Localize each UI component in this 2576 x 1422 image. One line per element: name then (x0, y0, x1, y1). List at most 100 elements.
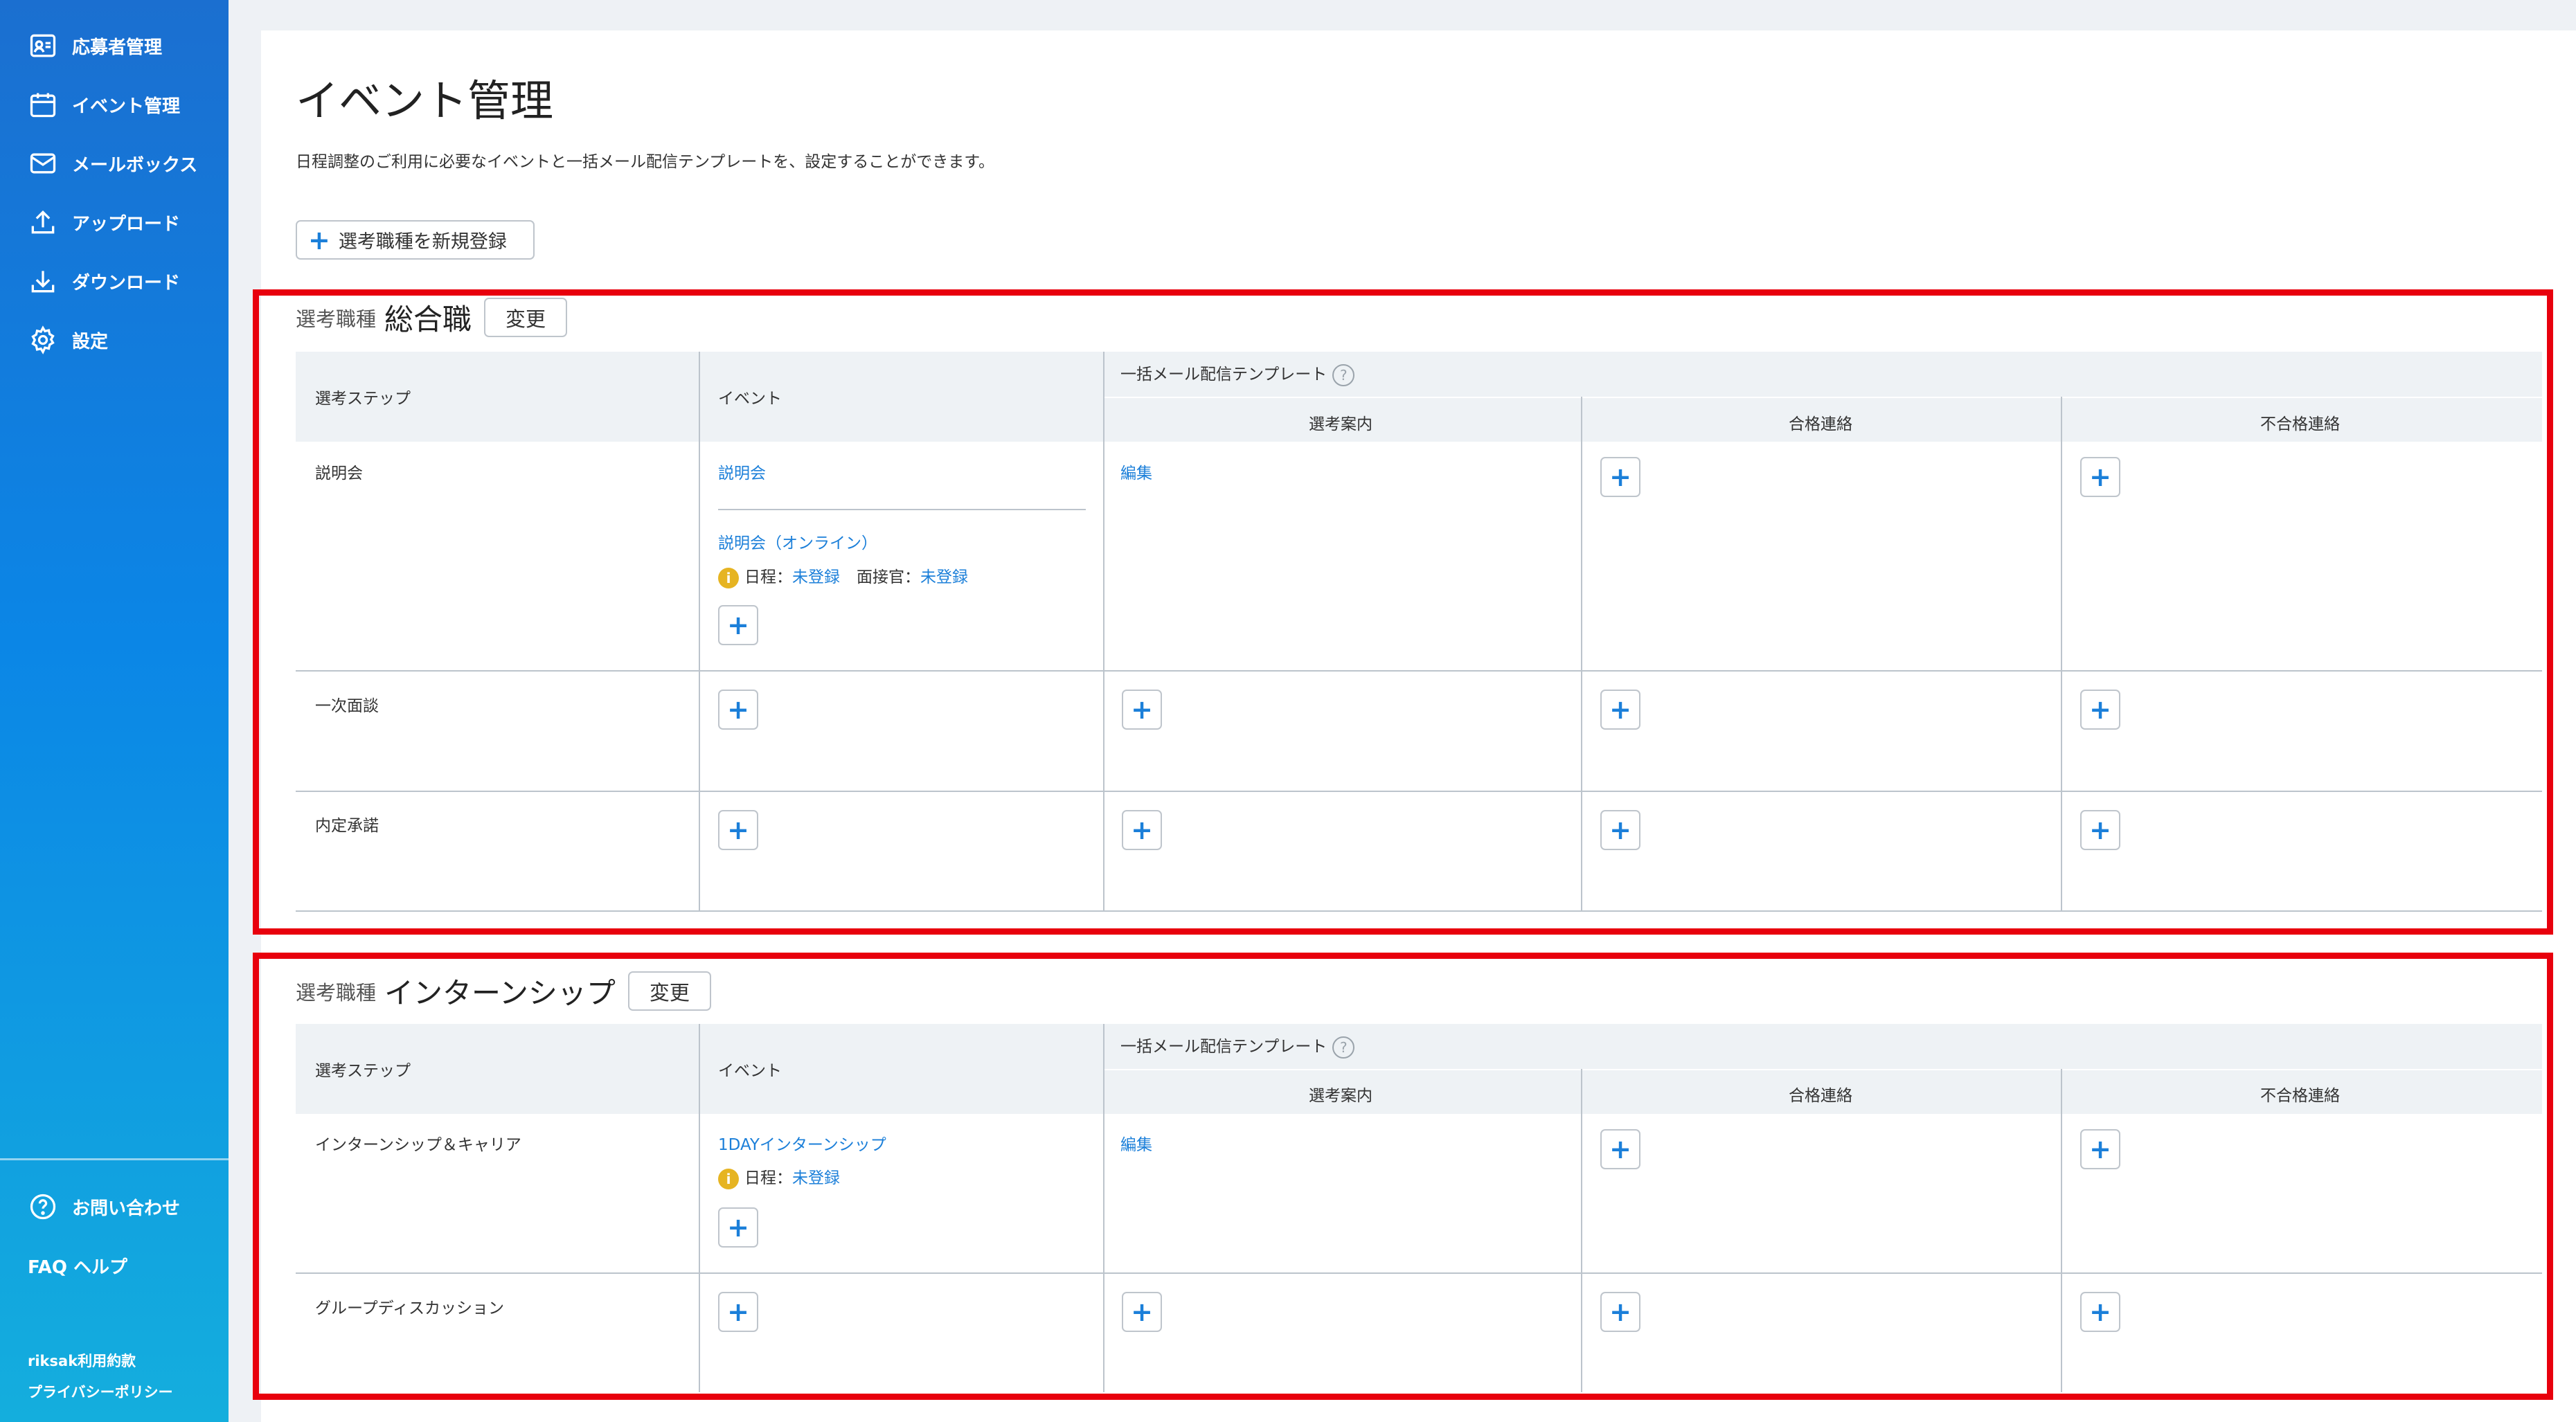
header-step: 選考ステップ (315, 1062, 411, 1080)
add-fail-template-button[interactable]: + (2080, 457, 2120, 497)
step-name: 一次面談 (315, 697, 379, 715)
plus-icon: + (2089, 1134, 2111, 1164)
col-divider (1581, 1069, 1582, 1392)
add-job-type-button[interactable]: + 選考職種を新規登録 (296, 220, 535, 260)
add-pass-template-button[interactable]: + (1600, 1292, 1640, 1332)
main-panel (261, 30, 2576, 1422)
sidebar-item-label: イベント管理 (72, 96, 181, 117)
interviewer-label: 面接官： (857, 568, 920, 586)
calendar-icon (30, 93, 56, 118)
add-pass-template-button[interactable]: + (1600, 810, 1640, 850)
plus-icon: + (2089, 1297, 2111, 1327)
sidebar-item-download[interactable]: ダウンロード (28, 260, 222, 302)
plus-icon: + (2089, 815, 2111, 845)
row-divider (296, 670, 2542, 672)
section-label: 選考職種 (296, 980, 377, 1005)
step-name: インターンシップ＆キャリア (315, 1136, 521, 1154)
sidebar-item-upload[interactable]: アップロード (28, 201, 222, 243)
plus-icon: + (727, 1212, 749, 1243)
sidebar-item-faq[interactable]: FAQ ヘルプ (28, 1245, 222, 1286)
schedule-label: 日程： (744, 568, 792, 586)
sidebar-item-settings[interactable]: 設定 (28, 319, 222, 361)
sidebar-item-label: ダウンロード (72, 272, 181, 294)
section-header: 選考職種 総合職 変更 (296, 296, 568, 339)
add-fail-template-button[interactable]: + (2080, 810, 2120, 850)
help-icon[interactable]: ? (1332, 1036, 1355, 1059)
add-pass-template-button[interactable]: + (1600, 1129, 1640, 1169)
help-circle-icon (30, 1194, 56, 1220)
change-button[interactable]: 変更 (484, 298, 568, 337)
plus-icon: + (1131, 815, 1153, 845)
plus-icon: + (1131, 694, 1153, 725)
step-name: 内定承諾 (315, 817, 379, 835)
mail-icon (30, 153, 56, 174)
add-guide-template-button[interactable]: + (1122, 690, 1162, 730)
sidebar-item-label: 設定 (72, 331, 109, 352)
header-template: 一括メール配信テンプレート? (1120, 361, 1355, 386)
interviewer-status-link[interactable]: 未登録 (920, 568, 968, 586)
header-event: イベント (718, 390, 782, 408)
plus-icon: + (1609, 694, 1631, 725)
col-divider (699, 1024, 700, 1392)
add-guide-template-button[interactable]: + (1122, 810, 1162, 850)
step-name: グループディスカッション (315, 1299, 505, 1317)
add-fail-template-button[interactable]: + (2080, 690, 2120, 730)
plus-icon: + (1609, 1134, 1631, 1164)
add-job-type-label: 選考職種を新規登録 (338, 231, 507, 253)
add-pass-template-button[interactable]: + (1600, 457, 1640, 497)
row-divider (296, 1272, 2542, 1274)
add-event-button[interactable]: + (718, 690, 758, 730)
info-icon: i (718, 1168, 739, 1189)
edit-template-link[interactable]: 編集 (1120, 1131, 1152, 1155)
gear-icon (31, 325, 55, 354)
upload-icon (31, 210, 55, 234)
header-fail: 不合格連絡 (2260, 415, 2340, 433)
header-step: 選考ステップ (315, 390, 411, 408)
col-divider (2061, 397, 2062, 910)
add-guide-template-button[interactable]: + (1122, 1292, 1162, 1332)
step-name: 説明会 (315, 465, 363, 483)
download-icon (31, 271, 55, 293)
schedule-label: 日程： (744, 1169, 792, 1187)
event-link[interactable]: 1DAYインターンシップ (718, 1131, 886, 1155)
terms-link[interactable]: riksak利用約款 (28, 1350, 136, 1371)
add-pass-template-button[interactable]: + (1600, 690, 1640, 730)
col-divider (1103, 1024, 1104, 1392)
plus-icon: + (2089, 462, 2111, 492)
add-event-button[interactable]: + (718, 1292, 758, 1332)
section-header: 選考職種 インターンシップ 変更 (296, 970, 711, 1012)
plus-icon: + (1609, 462, 1631, 492)
sidebar-item-events[interactable]: イベント管理 (28, 84, 222, 125)
add-fail-template-button[interactable]: + (2080, 1129, 2120, 1169)
add-fail-template-button[interactable]: + (2080, 1292, 2120, 1332)
sidebar-item-contact[interactable]: お問い合わせ (28, 1186, 222, 1227)
schedule-status-link[interactable]: 未登録 (792, 1169, 840, 1187)
row-divider (296, 910, 2542, 912)
info-icon: i (718, 567, 739, 588)
help-icon[interactable]: ? (1332, 363, 1355, 386)
row-divider (296, 791, 2542, 792)
header-guide: 選考案内 (1309, 415, 1372, 433)
edit-template-link[interactable]: 編集 (1120, 460, 1152, 483)
section-label: 選考職種 (296, 307, 377, 331)
schedule-status-link[interactable]: 未登録 (792, 568, 840, 586)
sidebar-divider (0, 1158, 229, 1160)
sidebar-item-mailbox[interactable]: メールボックス (28, 143, 222, 184)
add-event-button[interactable]: + (718, 1207, 758, 1248)
privacy-policy-link[interactable]: プライバシーポリシー (28, 1381, 173, 1402)
event-link[interactable]: 説明会（オンライン） (718, 530, 877, 553)
header-template: 一括メール配信テンプレート? (1120, 1033, 1355, 1059)
event-status: i 日程：未登録 面接官：未登録 (718, 564, 968, 588)
add-event-button[interactable]: + (718, 605, 758, 645)
plus-icon: + (1609, 1297, 1631, 1327)
plus-icon: + (308, 224, 330, 255)
plus-icon: + (1131, 1297, 1153, 1327)
add-event-button[interactable]: + (718, 810, 758, 850)
plus-icon: + (727, 610, 749, 640)
change-button[interactable]: 変更 (627, 971, 711, 1011)
applicant-card-icon (30, 34, 56, 57)
section-name: インターンシップ (384, 976, 616, 1010)
event-link[interactable]: 説明会 (718, 460, 766, 483)
header-guide: 選考案内 (1309, 1087, 1372, 1105)
sidebar-item-applicants[interactable]: 応募者管理 (28, 25, 222, 66)
